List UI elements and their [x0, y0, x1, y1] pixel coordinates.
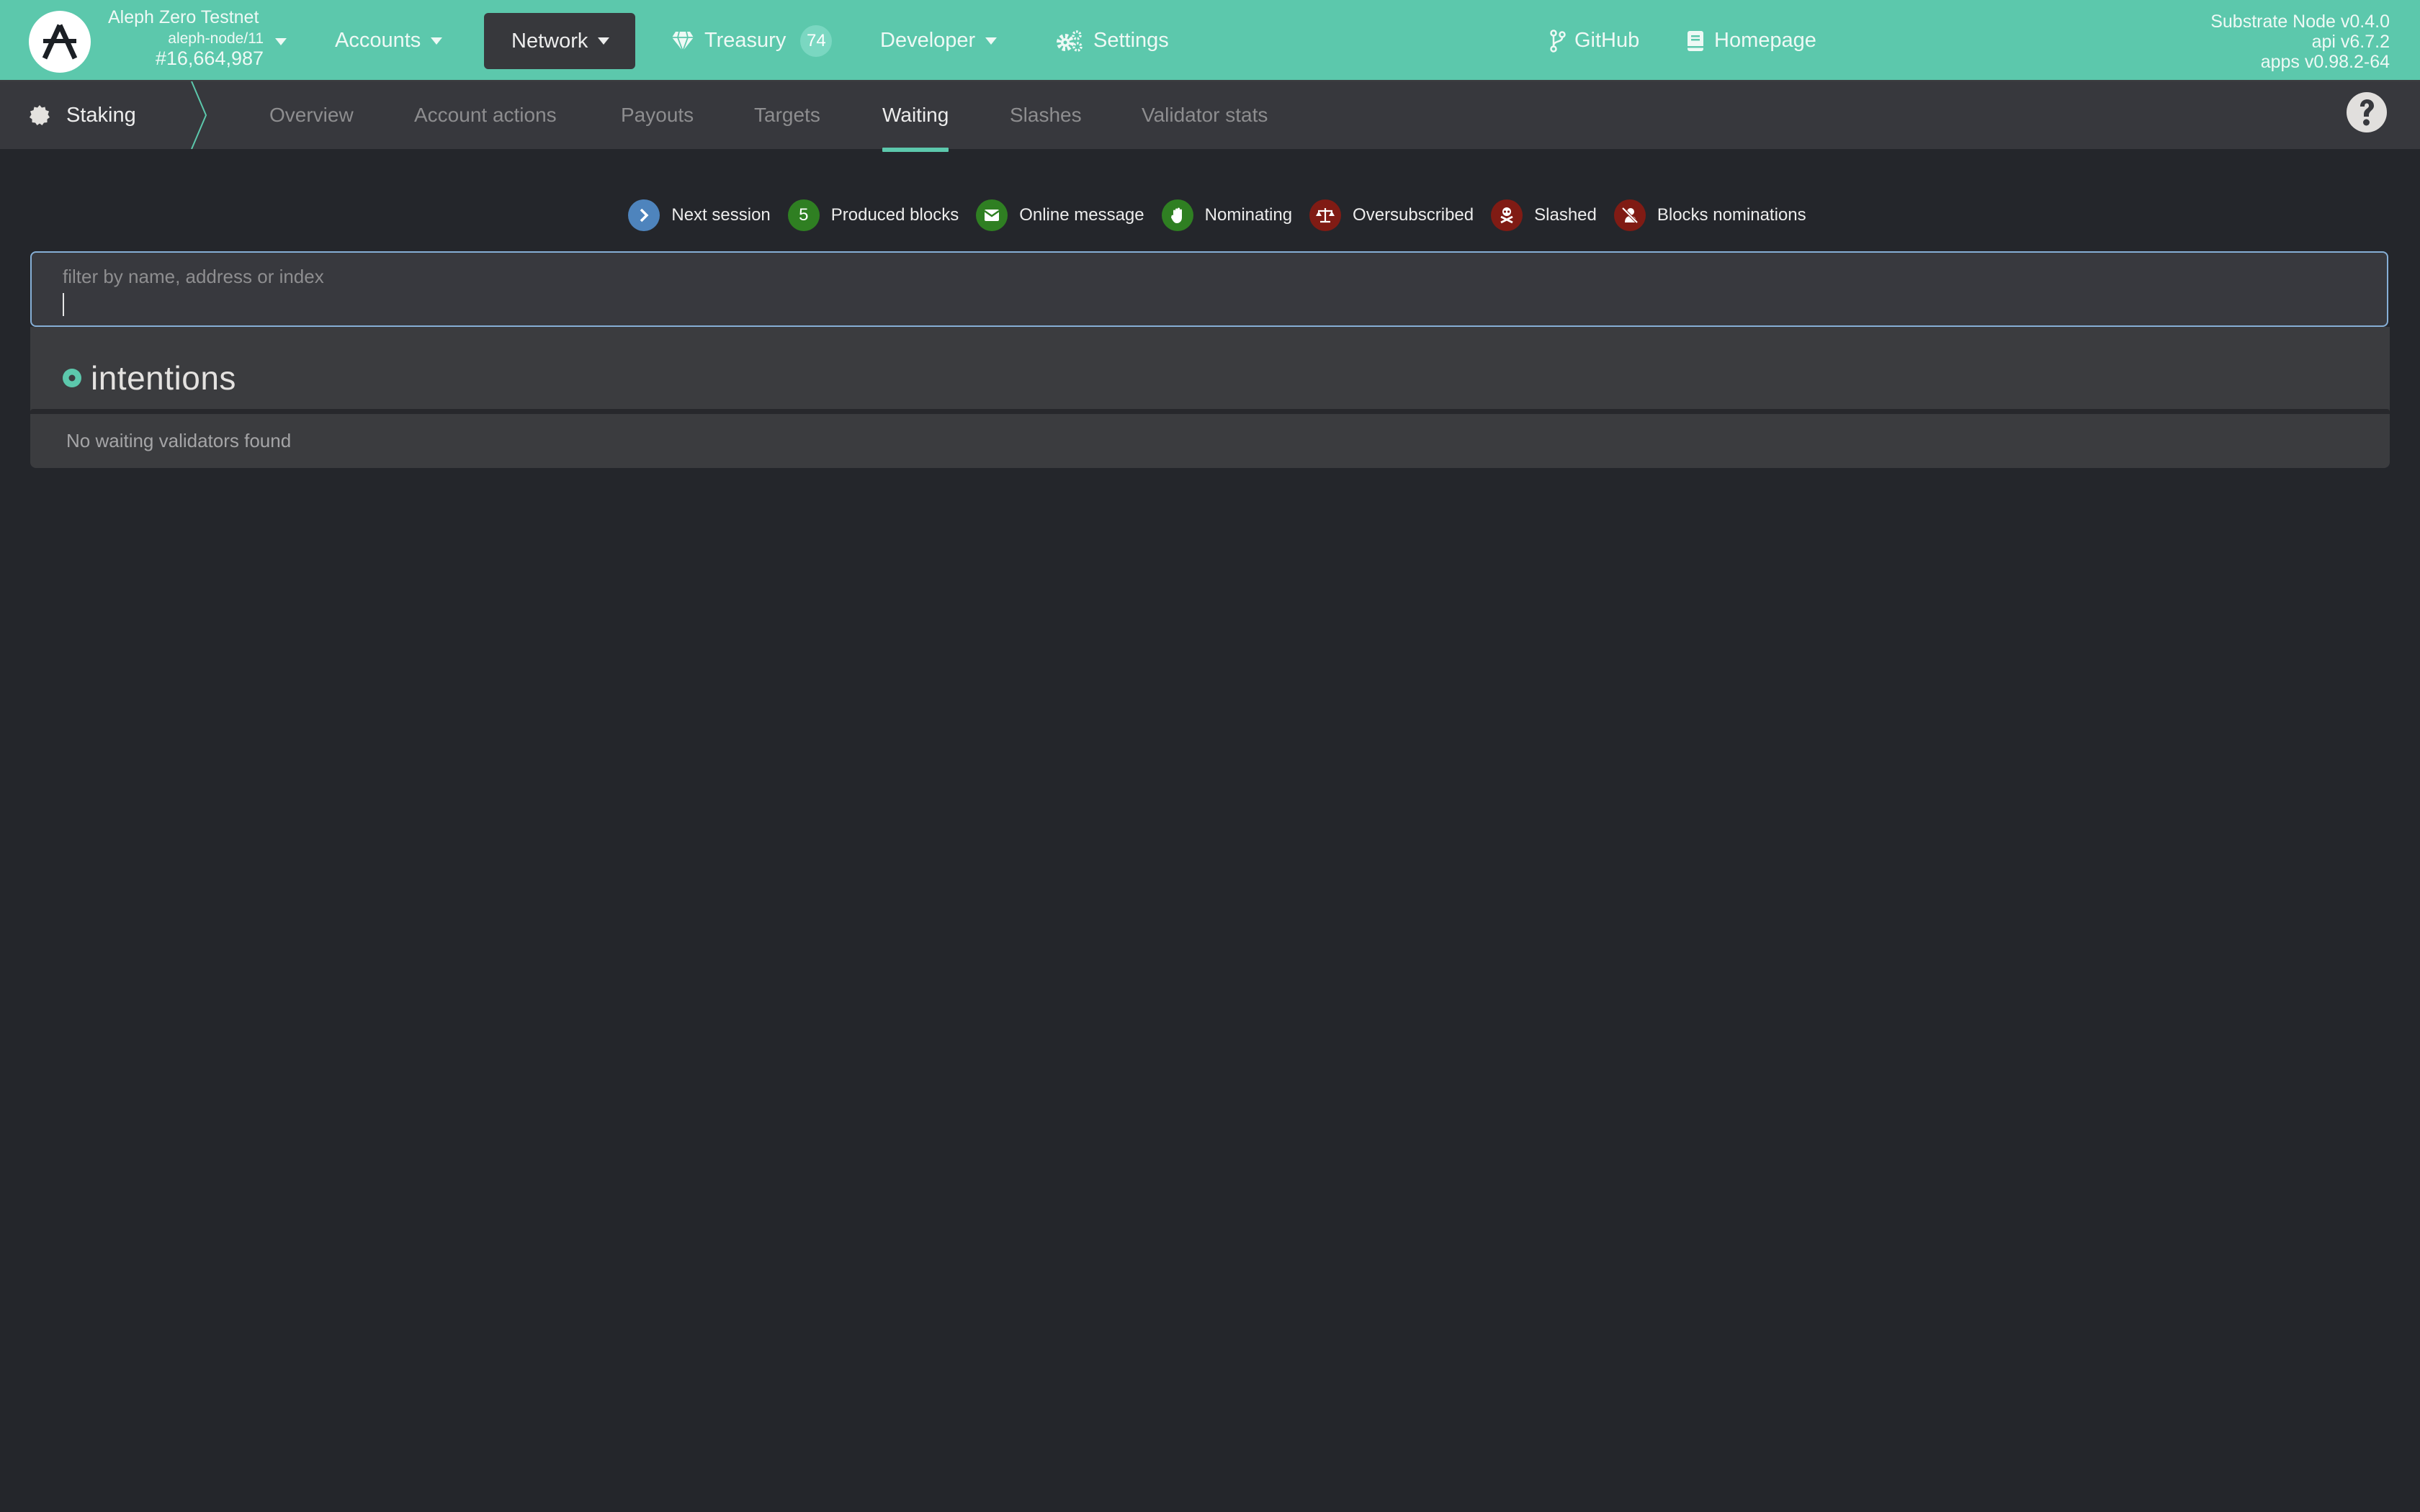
filter-field[interactable]: filter by name, address or index [30, 251, 2388, 327]
legend-label: Slashed [1534, 205, 1597, 225]
legend-label: Nominating [1204, 205, 1293, 225]
legend-label: Next session [671, 205, 771, 225]
legend-label: Blocks nominations [1657, 205, 1806, 225]
breadcrumb-divider [191, 81, 207, 149]
diamond-icon [672, 31, 694, 52]
table-divider [30, 409, 2390, 414]
caret-down-icon [431, 37, 443, 45]
question-circle-icon [2360, 99, 2374, 126]
nav-settings[interactable]: Settings [1056, 0, 1169, 81]
nav-developer[interactable]: Developer [880, 0, 998, 81]
help-button[interactable] [2347, 92, 2387, 132]
nav-network-label: Network [511, 29, 588, 53]
link-homepage-label: Homepage [1714, 29, 1816, 52]
skull-crossbones-icon [1491, 199, 1523, 231]
empty-message: No waiting validators found [66, 430, 292, 451]
hand-paper-icon [1161, 199, 1193, 231]
legend-blocks-nominations: Blocks nominations [1613, 199, 1806, 231]
node-version: Substrate Node v0.4.0 [2210, 12, 2390, 32]
tab-payouts[interactable]: Payouts [621, 81, 694, 149]
nav-settings-label: Settings [1093, 29, 1169, 52]
nav-treasury[interactable]: Treasury 74 [671, 0, 833, 81]
section-staking: Staking [29, 81, 136, 149]
count-icon: 5 [787, 199, 820, 231]
caret-down-icon [598, 37, 610, 45]
nav-treasury-label: Treasury [704, 29, 786, 52]
dot-circle-icon [63, 369, 81, 387]
caret-down-icon [275, 38, 287, 45]
intentions-table: intentions No waiting validators found [30, 327, 2390, 468]
legend-label: Produced blocks [830, 205, 959, 225]
table-header: intentions [30, 327, 2390, 409]
text-cursor [63, 293, 64, 316]
legend-oversubscribed: Oversubscribed [1309, 199, 1474, 231]
chain-best-block: #16,664,987 [155, 48, 264, 69]
legend-label: Oversubscribed [1353, 205, 1474, 225]
chain-name: Aleph Zero Testnet [108, 7, 259, 27]
legend-produced-blocks: 5 Produced blocks [787, 199, 959, 231]
caret-down-icon [985, 37, 998, 45]
book-icon [1688, 30, 1703, 51]
nav-accounts-label: Accounts [335, 29, 421, 52]
tab-overview[interactable]: Overview [269, 81, 354, 149]
apps-version: apps v0.98.2-64 [2260, 52, 2390, 72]
chain-node-version: aleph-node/11 [168, 30, 264, 47]
legend-online-message: Online message [976, 199, 1144, 231]
aleph-zero-logo-icon [42, 24, 78, 60]
top-header: Aleph Zero Testnet aleph-node/11 #16,664… [0, 0, 2420, 81]
legend-label: Online message [1019, 205, 1144, 225]
link-github-label: GitHub [1574, 29, 1640, 52]
section-staking-label: Staking [66, 103, 136, 127]
gears-icon [1057, 30, 1083, 52]
tab-account-actions[interactable]: Account actions [414, 81, 557, 149]
nav-accounts[interactable]: Accounts [335, 0, 443, 81]
tab-waiting[interactable]: Waiting [882, 81, 949, 152]
legend-slashed: Slashed [1491, 199, 1597, 231]
chevron-right-icon [628, 199, 660, 231]
intentions-heading: intentions [62, 359, 236, 397]
nav-developer-label: Developer [880, 29, 976, 52]
chain-selector[interactable]: Aleph Zero Testnet aleph-node/11 #16,664… [107, 9, 287, 68]
version-info: Substrate Node v0.4.0 api v6.7.2 apps v0… [2210, 12, 2390, 72]
staking-subnav: Staking Overview Account actions Payouts… [0, 81, 2420, 152]
filter-input[interactable] [62, 289, 2352, 318]
user-slash-icon [1613, 199, 1646, 231]
code-branch-icon [1550, 29, 1566, 53]
treasury-count-badge: 74 [800, 24, 833, 57]
legend-nominating: Nominating [1161, 199, 1293, 231]
chain-logo[interactable] [29, 11, 91, 73]
intentions-title: intentions [91, 359, 236, 397]
api-version: api v6.7.2 [2311, 32, 2390, 52]
legend-next-session: Next session [628, 199, 771, 231]
link-github[interactable]: GitHub [1550, 0, 1639, 81]
tab-targets[interactable]: Targets [754, 81, 820, 149]
tab-validator-stats[interactable]: Validator stats [1142, 81, 1268, 149]
certificate-icon [30, 105, 50, 125]
link-homepage[interactable]: Homepage [1687, 0, 1816, 81]
balance-scale-icon [1309, 199, 1342, 231]
validator-legend: Next session 5 Produced blocks Online me… [0, 199, 2420, 231]
envelope-icon [976, 199, 1008, 231]
filter-label: filter by name, address or index [63, 266, 324, 287]
tab-slashes[interactable]: Slashes [1010, 81, 1082, 149]
nav-network[interactable]: Network [484, 13, 636, 69]
